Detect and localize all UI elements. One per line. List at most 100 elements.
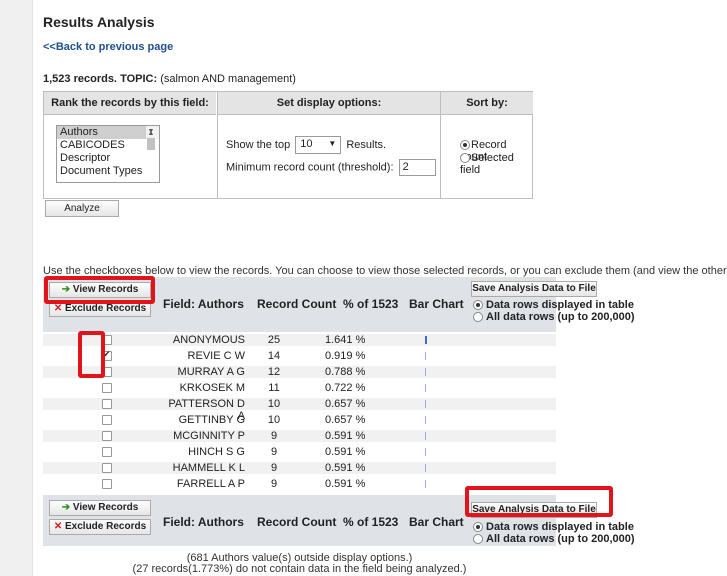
- save-analysis-button[interactable]: Save Analysis Data to File: [471, 502, 597, 518]
- row-checkbox[interactable]: [102, 399, 112, 409]
- record-count: 10: [267, 414, 281, 426]
- col-percent: % of 1523: [343, 515, 399, 529]
- footer-note-missing: (27 records(1.773%) do not contain data …: [132, 563, 467, 575]
- row-checkbox[interactable]: [102, 367, 112, 377]
- radio-displayed-rows[interactable]: Data rows displayed in table: [473, 299, 634, 311]
- radio-all-rows[interactable]: All data rows (up to 200,000): [473, 311, 635, 323]
- close-icon: ✕: [53, 303, 63, 314]
- col-field: Field: Authors: [163, 515, 244, 529]
- table-header-top: ➔ View Records ✕ Exclude Records Field: …: [43, 277, 635, 332]
- show-top-select[interactable]: 10 ▼: [295, 136, 342, 154]
- percent-value: 0.591 %: [325, 462, 366, 474]
- record-count: 9: [270, 430, 278, 442]
- scroll-down-icon[interactable]: ▼: [146, 126, 156, 138]
- arrow-right-icon: ➔: [61, 502, 71, 513]
- bar-chart-mark: [425, 432, 426, 440]
- record-count: 9: [270, 478, 278, 490]
- field-option[interactable]: Authors: [57, 126, 159, 139]
- row-checkbox[interactable]: [102, 463, 112, 473]
- listbox-scrollbar[interactable]: ▲ ▼: [145, 126, 159, 150]
- percent-value: 0.591 %: [325, 446, 366, 458]
- radio-icon[interactable]: [473, 312, 483, 323]
- col-record-count: Record Count: [257, 515, 337, 529]
- show-top-prefix: Show the top: [226, 138, 291, 151]
- radio-icon[interactable]: [473, 534, 483, 545]
- table-row: MCGINNITY P 9 0.591 %: [43, 430, 556, 442]
- column-divider: [440, 92, 441, 198]
- exclude-records-button[interactable]: ✕ Exclude Records: [49, 519, 151, 535]
- view-records-button[interactable]: ➔ View Records: [49, 500, 151, 516]
- bar-chart-mark: [425, 384, 426, 392]
- analysis-options-panel: Rank the records by this field: Set disp…: [43, 91, 533, 199]
- table-row: HAMMELL K L 9 0.591 %: [43, 462, 556, 474]
- table-row: FARRELL A P 9 0.591 %: [43, 478, 556, 490]
- percent-value: 0.722 %: [325, 382, 366, 394]
- field-option[interactable]: Descriptor: [57, 152, 159, 165]
- results-analysis-page: Results Analysis <<Back to previous page…: [32, 0, 727, 576]
- col-bar-chart: Bar Chart: [409, 515, 464, 529]
- field-listbox[interactable]: Authors CABICODES Descriptor Document Ty…: [56, 125, 160, 183]
- back-link[interactable]: <<Back to previous page: [43, 41, 173, 53]
- author-name: MURRAY A G: [177, 366, 245, 378]
- record-count: 9: [270, 446, 278, 458]
- percent-value: 0.788 %: [325, 366, 366, 378]
- sort-header: Sort by:: [440, 92, 533, 115]
- field-option[interactable]: CABICODES: [57, 139, 159, 152]
- record-count: 9: [270, 462, 278, 474]
- author-name: REVIE C W: [187, 350, 245, 362]
- row-checkbox[interactable]: [102, 447, 112, 457]
- table-header-bottom: ➔ View Records ✕ Exclude Records Field: …: [43, 495, 635, 546]
- radio-all-rows[interactable]: All data rows (up to 200,000): [473, 533, 635, 545]
- row-checkbox[interactable]: [102, 349, 112, 361]
- close-icon: ✕: [53, 521, 63, 532]
- field-option[interactable]: Document Types: [57, 165, 159, 178]
- sort-selected-field-option[interactable]: Selected field: [460, 152, 532, 176]
- record-count: 25: [267, 334, 281, 346]
- percent-value: 0.919 %: [325, 350, 366, 362]
- page-title: Results Analysis: [43, 14, 155, 30]
- arrow-right-icon: ➔: [61, 284, 71, 295]
- topic-label: TOPIC:: [120, 73, 158, 85]
- bar-chart-mark: [425, 368, 426, 376]
- radio-icon[interactable]: [473, 522, 483, 533]
- percent-value: 0.591 %: [325, 430, 366, 442]
- analyze-button[interactable]: Analyze: [45, 200, 119, 217]
- col-record-count: Record Count: [257, 297, 337, 311]
- bar-chart-mark: [425, 336, 427, 344]
- dropdown-arrow-icon: ▼: [328, 139, 337, 148]
- radio-icon[interactable]: [473, 300, 483, 311]
- table-row: GETTINBY G 10 0.657 %: [43, 414, 556, 426]
- display-header: Set display options:: [217, 92, 440, 115]
- author-name: ANONYMOUS: [172, 334, 245, 346]
- percent-value: 0.657 %: [325, 398, 366, 410]
- percent-value: 0.591 %: [325, 478, 366, 490]
- percent-value: 0.657 %: [325, 414, 366, 426]
- save-analysis-button[interactable]: Save Analysis Data to File: [471, 281, 597, 297]
- col-field: Field: Authors: [163, 297, 244, 311]
- radio-icon[interactable]: [460, 140, 470, 151]
- show-top-row: Show the top 10 ▼ Results.: [226, 136, 386, 154]
- record-count: 14: [267, 350, 281, 362]
- radio-icon[interactable]: [460, 153, 470, 164]
- record-count: 10: [267, 398, 281, 410]
- percent-value: 1.641 %: [325, 334, 366, 346]
- exclude-records-button[interactable]: ✕ Exclude Records: [49, 301, 151, 317]
- min-count-label: Minimum record count (threshold):: [226, 161, 394, 174]
- view-records-button[interactable]: ➔ View Records: [49, 282, 151, 298]
- radio-displayed-rows[interactable]: Data rows displayed in table: [473, 521, 634, 533]
- scroll-thumb[interactable]: [147, 138, 155, 150]
- row-checkbox[interactable]: [102, 383, 112, 393]
- bar-chart-mark: [425, 448, 426, 456]
- bar-chart-mark: [425, 352, 426, 360]
- instructions-text: Use the checkboxes below to view the rec…: [43, 265, 727, 277]
- row-checkbox[interactable]: [102, 415, 112, 425]
- row-checkbox[interactable]: [102, 335, 112, 345]
- threshold-input[interactable]: 2: [398, 159, 436, 176]
- row-checkbox[interactable]: [102, 431, 112, 441]
- col-percent: % of 1523: [343, 297, 399, 311]
- table-row: HINCH S G 9 0.591 %: [43, 446, 556, 458]
- author-name: HAMMELL K L: [172, 462, 245, 474]
- row-checkbox[interactable]: [102, 479, 112, 489]
- record-count: 12: [267, 366, 281, 378]
- column-divider: [217, 92, 218, 198]
